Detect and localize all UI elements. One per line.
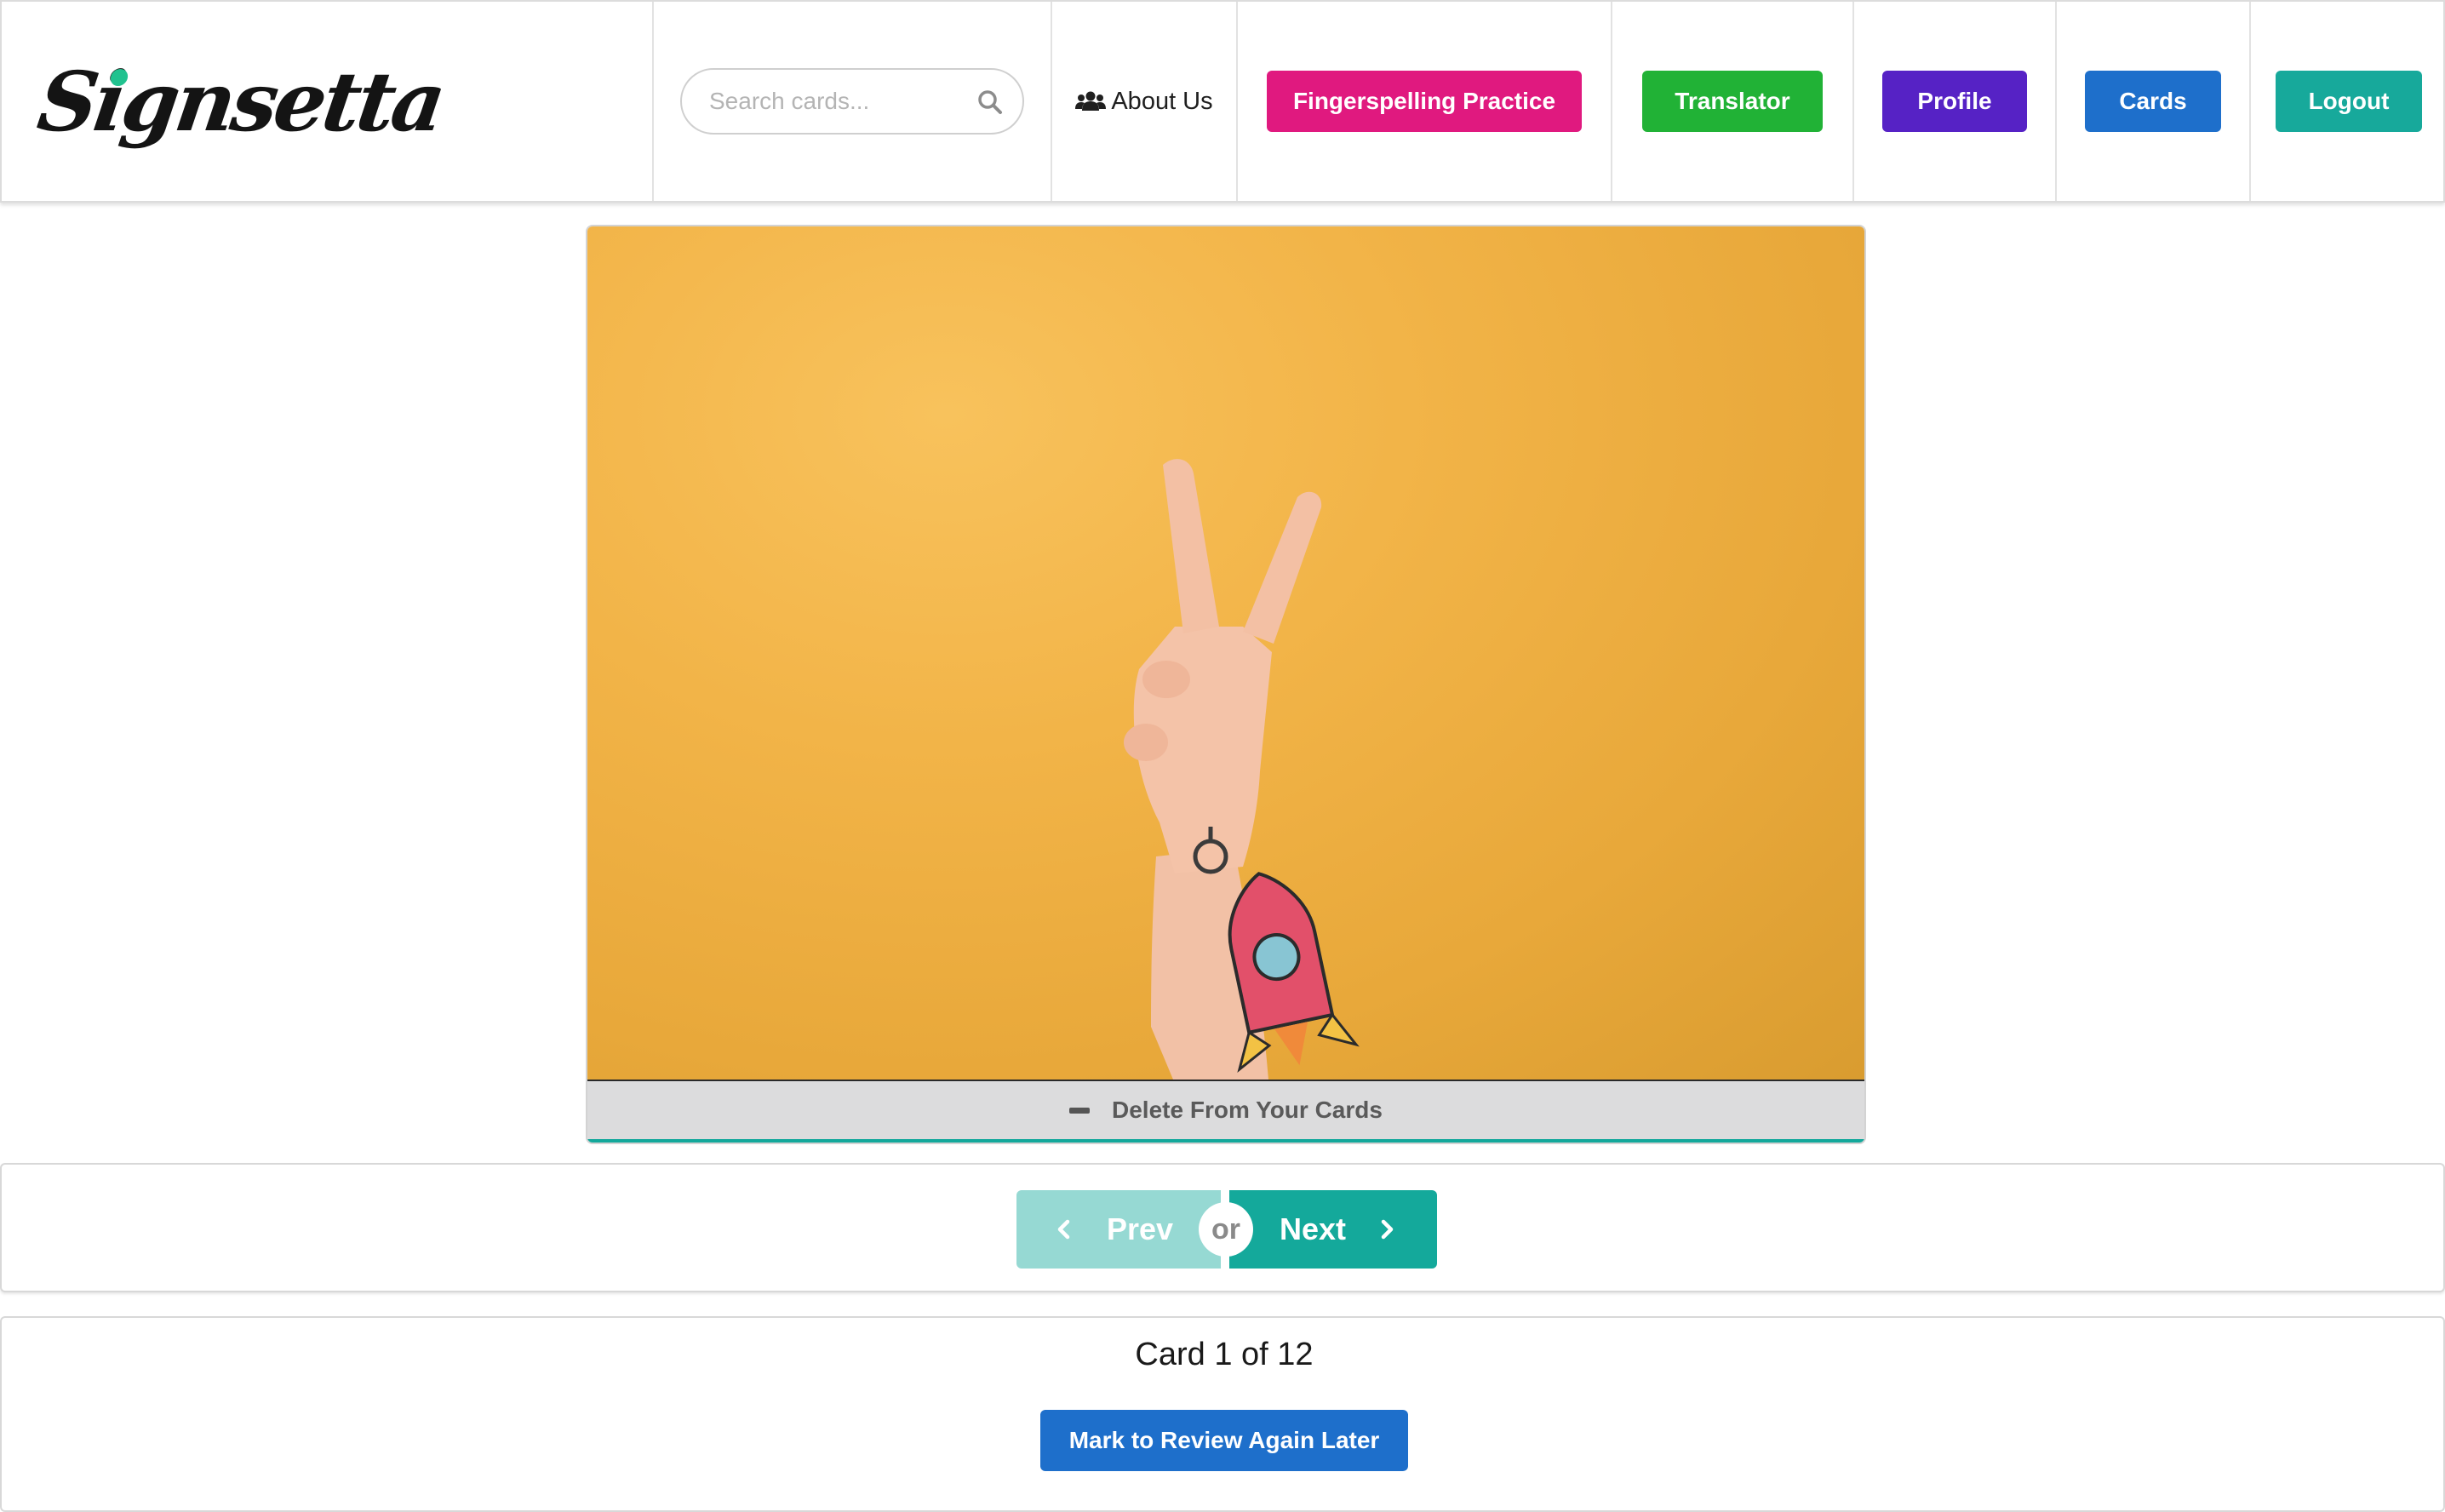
fingerspelling-practice-button[interactable]: Fingerspelling Practice xyxy=(1267,71,1582,132)
users-icon xyxy=(1075,91,1107,111)
next-button[interactable]: Next xyxy=(1229,1190,1437,1269)
top-navbar: Signsetta About Us Fingerspelling Pra xyxy=(0,0,2445,203)
logo-cell: Signsetta xyxy=(2,2,654,201)
card-image xyxy=(587,226,1864,1080)
search-icon[interactable] xyxy=(976,89,1004,116)
card-status-segment: Card 1 of 12 Mark to Review Again Later xyxy=(0,1316,2445,1512)
logout-cell: Logout xyxy=(2251,2,2445,201)
about-us-label: About Us xyxy=(1111,87,1213,115)
chevron-right-icon xyxy=(1381,1219,1394,1240)
cards-button[interactable]: Cards xyxy=(2085,71,2221,132)
profile-button[interactable]: Profile xyxy=(1882,71,2027,132)
minus-icon xyxy=(1069,1107,1091,1114)
about-cell: About Us xyxy=(1052,2,1238,201)
flash-card: Delete From Your Cards xyxy=(586,225,1866,1144)
search-box xyxy=(680,68,1024,135)
mark-review-later-button[interactable]: Mark to Review Again Later xyxy=(1040,1410,1408,1471)
next-label: Next xyxy=(1279,1211,1347,1246)
card-counter: Card 1 of 12 xyxy=(1135,1337,1314,1372)
search-cell xyxy=(654,2,1052,201)
pager-button-group: Prev Next or xyxy=(1016,1190,1437,1269)
logo-text: Signsetta xyxy=(32,53,449,150)
logo[interactable]: Signsetta xyxy=(32,54,449,150)
hand-sign-illustration xyxy=(1124,459,1360,1080)
about-us-link[interactable]: About Us xyxy=(1075,87,1213,116)
logout-button[interactable]: Logout xyxy=(2276,71,2422,132)
search-input[interactable] xyxy=(707,70,963,133)
translator-cell: Translator xyxy=(1612,2,1854,201)
prev-label: Prev xyxy=(1106,1211,1174,1246)
delete-from-cards-button[interactable]: Delete From Your Cards xyxy=(587,1080,1864,1143)
profile-cell: Profile xyxy=(1854,2,2057,201)
fingerspelling-cell: Fingerspelling Practice xyxy=(1238,2,1612,201)
delete-label: Delete From Your Cards xyxy=(1112,1097,1383,1123)
translator-button[interactable]: Translator xyxy=(1642,71,1823,132)
prev-button[interactable]: Prev xyxy=(1016,1190,1221,1269)
cards-cell: Cards xyxy=(2057,2,2251,201)
or-separator: or xyxy=(1199,1202,1253,1257)
pager-segment: Prev Next or xyxy=(0,1163,2445,1292)
chevron-left-icon xyxy=(1057,1219,1070,1240)
